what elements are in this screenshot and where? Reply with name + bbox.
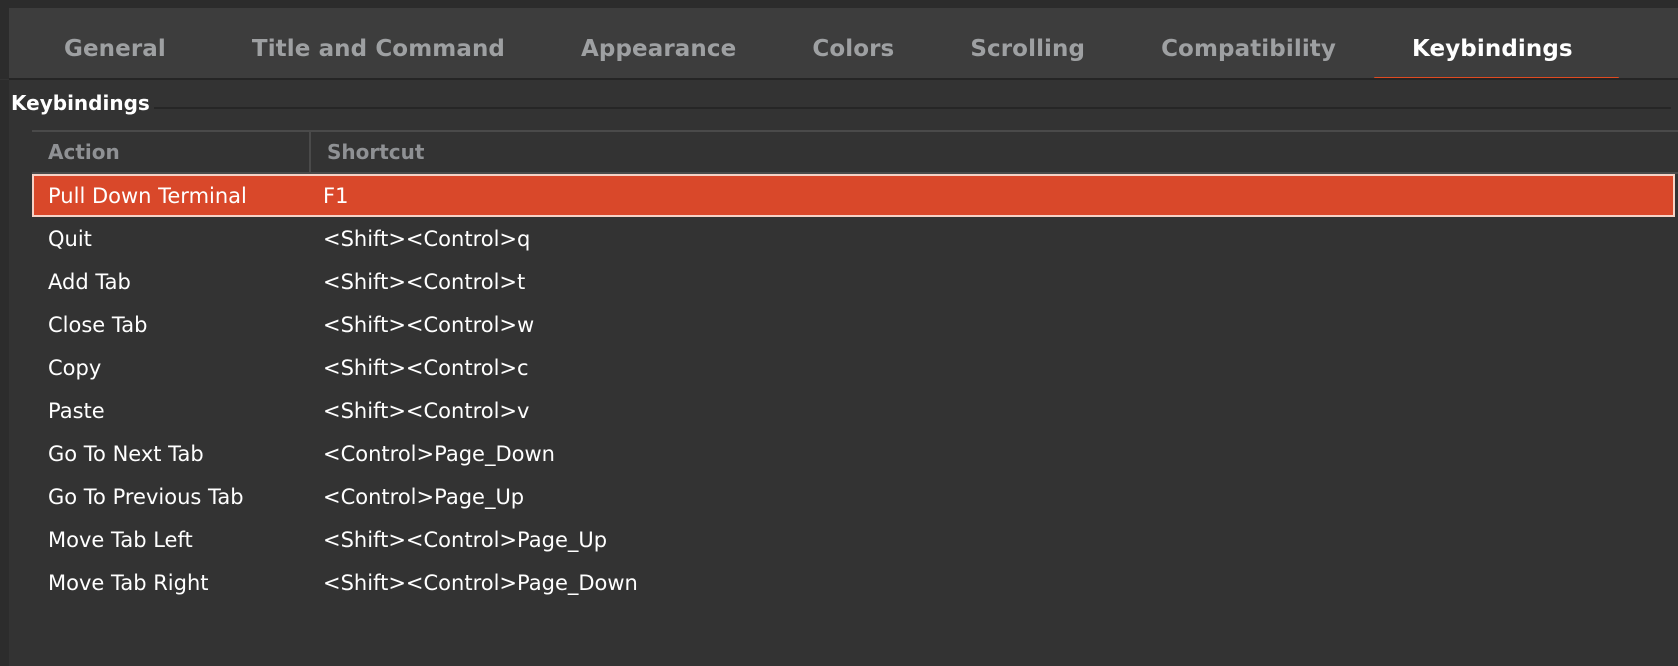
cell-shortcut[interactable]: <Control>Page_Down: [311, 442, 1678, 466]
preferences-tab-bar: General Title and Command Appearance Colors…: [0, 0, 1678, 83]
table-row[interactable]: Move Tab Left <Shift><Control>Page_Up: [32, 518, 1678, 561]
cell-shortcut[interactable]: <Shift><Control>t: [311, 270, 1678, 294]
table-row[interactable]: Paste <Shift><Control>v: [32, 389, 1678, 432]
tab-label: Appearance: [581, 35, 737, 62]
tab-list: General Title and Command Appearance Colors…: [18, 16, 1678, 87]
cell-action: Quit: [48, 226, 92, 251]
tab-title-and-command[interactable]: Title and Command: [214, 16, 543, 87]
cell-action: Add Tab: [48, 269, 131, 294]
cell-shortcut[interactable]: <Shift><Control>Page_Down: [311, 571, 1678, 595]
table-row[interactable]: Copy <Shift><Control>c: [32, 346, 1678, 389]
tab-label: Colors: [812, 35, 895, 62]
cell-shortcut[interactable]: <Shift><Control>Page_Up: [311, 528, 1678, 552]
cell-shortcut[interactable]: F1: [313, 184, 1673, 208]
keybindings-panel: Keybindings Action Shortcut Pull Down Te…: [0, 80, 1678, 666]
table-row[interactable]: Quit <Shift><Control>q: [32, 217, 1678, 260]
cell-shortcut[interactable]: <Control>Page_Up: [311, 485, 1678, 509]
cell-shortcut[interactable]: <Shift><Control>v: [311, 399, 1678, 423]
table-row[interactable]: Go To Next Tab <Control>Page_Down: [32, 432, 1678, 475]
keybindings-table: Action Shortcut Pull Down Terminal F1 Quit…: [32, 130, 1678, 666]
cell-shortcut[interactable]: <Shift><Control>c: [311, 356, 1678, 380]
tab-compatibility[interactable]: Compatibility: [1123, 16, 1374, 87]
cell-action: Go To Next Tab: [48, 441, 204, 466]
cell-action: Copy: [48, 355, 102, 380]
section-title: Keybindings: [11, 91, 150, 115]
tab-general[interactable]: General: [18, 16, 214, 87]
tab-keybindings[interactable]: Keybindings: [1374, 16, 1619, 87]
tab-label: Scrolling: [970, 35, 1086, 62]
tab-label: Title and Command: [251, 35, 506, 62]
section-divider: [153, 106, 1671, 109]
table-row[interactable]: Add Tab <Shift><Control>t: [32, 260, 1678, 303]
cell-action: Move Tab Left: [48, 527, 193, 552]
table-row[interactable]: Close Tab <Shift><Control>w: [32, 303, 1678, 346]
table-header-row: Action Shortcut: [32, 130, 1678, 174]
cell-shortcut[interactable]: <Shift><Control>w: [311, 313, 1678, 337]
column-header-action[interactable]: Action: [32, 132, 311, 172]
tab-label: Compatibility: [1161, 35, 1336, 62]
cell-action: Paste: [48, 398, 105, 423]
tab-scrolling[interactable]: Scrolling: [932, 16, 1123, 87]
tab-colors[interactable]: Colors: [774, 16, 932, 87]
cell-action: Pull Down Terminal: [48, 183, 247, 208]
section-header: Keybindings: [11, 90, 1671, 116]
preferences-window: General Title and Command Appearance Colors…: [0, 0, 1678, 666]
cell-action: Move Tab Right: [48, 570, 209, 595]
table-body: Pull Down Terminal F1 Quit <Shift><Control>…: [32, 174, 1678, 604]
tab-appearance[interactable]: Appearance: [543, 16, 774, 87]
table-row[interactable]: Move Tab Right <Shift><Control>Page_Down: [32, 561, 1678, 604]
column-header-shortcut[interactable]: Shortcut: [311, 132, 1678, 172]
cell-shortcut[interactable]: <Shift><Control>q: [311, 227, 1678, 251]
tab-label: Keybindings: [1412, 35, 1573, 62]
table-row[interactable]: Go To Previous Tab <Control>Page_Up: [32, 475, 1678, 518]
tab-label: General: [64, 35, 166, 62]
cell-action: Go To Previous Tab: [48, 484, 244, 509]
cell-action: Close Tab: [48, 312, 148, 337]
table-row[interactable]: Pull Down Terminal F1: [32, 174, 1675, 217]
